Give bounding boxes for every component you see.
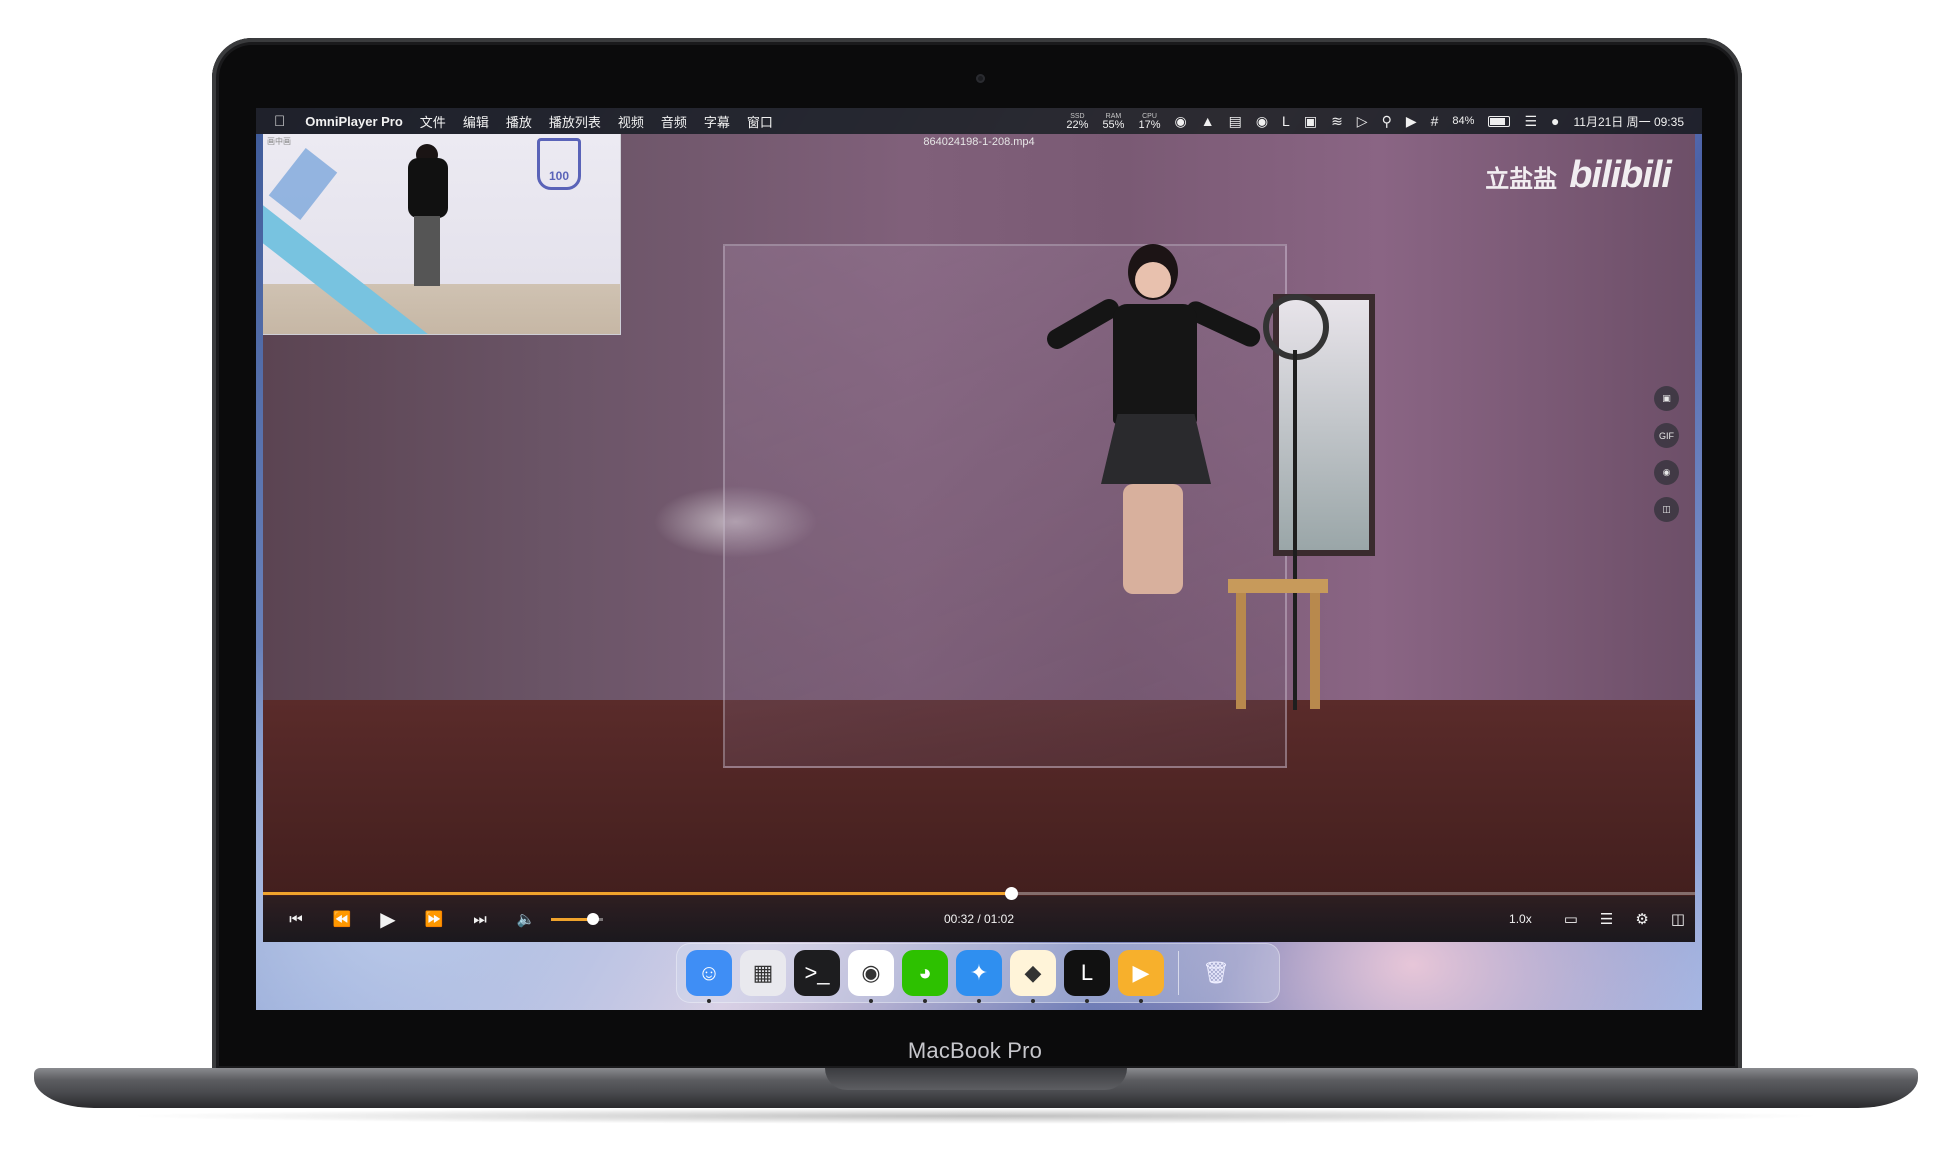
ssd-value: 22% (1066, 119, 1089, 131)
bilibili-watermark: 立盐盐 bilibili (1485, 154, 1672, 197)
progress-knob[interactable] (1005, 887, 1019, 900)
control-center-icon[interactable]: ☰ (1524, 113, 1537, 130)
search-icon[interactable]: ⚲ (1382, 113, 1392, 130)
cpu-value: 17% (1138, 119, 1161, 131)
clock[interactable]: 11月21日 周一 09:35 (1573, 113, 1684, 130)
picture-in-picture-video[interactable]: 画中画 100 (263, 134, 621, 335)
menu-window[interactable]: 窗口 (747, 112, 773, 131)
chrome-icon[interactable]: ◉ (848, 950, 894, 1003)
ssd-stat[interactable]: SSD 22% (1066, 112, 1089, 131)
battery-icon[interactable] (1488, 115, 1511, 127)
player-window[interactable]: 画中画 100 864024198-1-208.mp4 立盐盐 bilibili… (263, 134, 1695, 942)
playback-speed[interactable]: 1.0x (1509, 912, 1532, 926)
trash-icon[interactable]: 🗑 (1193, 950, 1239, 996)
playback-controls: ⏮ ⏪ ▶ ⏩ ⏭ 🔈 00:32 / 01:02 1.0x ▭ ☰ ⚙ ◫ (263, 887, 1695, 942)
image-icon[interactable]: ▣ (1304, 113, 1317, 130)
playlist-icon[interactable]: ☰ (1600, 910, 1613, 928)
bilibili-logo: bilibili (1569, 154, 1672, 196)
dock: ☺ ▦ >_ ◉ ◕ ✦ ◆ L ▶ 🗑 (676, 943, 1280, 1003)
running-indicator (1031, 999, 1035, 1003)
playback-time: 00:32 / 01:02 (943, 912, 1015, 926)
running-indicator (1085, 999, 1089, 1003)
pip-toggle-icon[interactable]: ◫ (1671, 910, 1685, 928)
apple-icon[interactable]:  (274, 113, 285, 130)
menu-playback[interactable]: 播放 (506, 112, 532, 131)
notification-icon[interactable]: ▲ (1201, 113, 1215, 129)
video-file-title: 864024198-1-208.mp4 (923, 136, 1035, 148)
status-area: SSD 22% RAM 55% CPU 17% ◉ ▲ ▤ ◉ L ▣ ≋ ▷ … (1066, 108, 1684, 134)
settings-icon[interactable]: ⚙ (1635, 910, 1648, 928)
clipboard-icon[interactable]: ▤ (1229, 113, 1242, 130)
camera-record-icon[interactable]: ◉ (1654, 460, 1679, 485)
gif-button[interactable]: GIF (1654, 423, 1679, 448)
sketch-icon[interactable]: ◆ (1010, 950, 1056, 1003)
menu-bar:  OmniPlayer Pro 文件 编辑 播放 播放列表 视频 音频 字幕 … (256, 108, 1702, 134)
running-indicator (923, 999, 927, 1003)
lasso-status-icon[interactable]: L (1282, 113, 1290, 129)
cpu-stat[interactable]: CPU 17% (1138, 112, 1161, 131)
screen:  OmniPlayer Pro 文件 编辑 播放 播放列表 视频 音频 字幕 … (256, 108, 1702, 1010)
device-label: MacBook Pro (907, 1038, 1043, 1063)
input-method-icon[interactable]: # (1431, 113, 1439, 129)
progress-bar[interactable] (263, 887, 1695, 900)
play-status-icon[interactable]: ▶ (1406, 113, 1417, 130)
omniplayer-icon[interactable]: ▶ (1118, 950, 1164, 1003)
video-stool (1228, 579, 1328, 709)
menu-edit[interactable]: 编辑 (463, 112, 489, 131)
progress-played (263, 892, 1012, 895)
wifi-icon[interactable]: ≋ (1331, 113, 1343, 130)
wechat-status-icon[interactable]: ◉ (1175, 113, 1187, 130)
side-toolbar: ▣ GIF ◉ ◫ (1654, 386, 1679, 522)
shield-icon[interactable]: ◉ (1256, 113, 1268, 130)
menu-video[interactable]: 视频 (618, 112, 644, 131)
running-indicator (707, 999, 711, 1003)
pip-dancer (388, 144, 468, 294)
menu-subtitle[interactable]: 字幕 (704, 112, 730, 131)
app-menu[interactable]: OmniPlayer Pro (305, 114, 403, 129)
running-indicator (1139, 999, 1143, 1003)
safari-icon[interactable]: ✦ (956, 950, 1002, 1003)
menu-playlist[interactable]: 播放列表 (549, 112, 601, 131)
siri-icon[interactable]: ● (1551, 113, 1559, 129)
running-indicator (869, 999, 873, 1003)
finder-icon[interactable]: ☺ (686, 950, 732, 1003)
wechat-icon[interactable]: ◕ (902, 950, 948, 1003)
volume-status-icon[interactable]: ▷ (1357, 113, 1368, 130)
battery-percent: 84% (1452, 115, 1475, 127)
ram-stat[interactable]: RAM 55% (1102, 112, 1125, 131)
video-dancer (1043, 244, 1264, 624)
lid-notch (825, 1068, 1127, 1090)
layout-icon[interactable]: ◫ (1654, 497, 1679, 522)
webcam (976, 74, 985, 83)
launchpad-icon[interactable]: ▦ (740, 950, 786, 996)
menu-audio[interactable]: 音频 (661, 112, 687, 131)
crop-icon[interactable]: ▣ (1654, 386, 1679, 411)
laptop-shadow (120, 1108, 1830, 1124)
lasso-icon[interactable]: L (1064, 950, 1110, 1003)
terminal-icon[interactable]: >_ (794, 950, 840, 996)
dock-separator (1178, 951, 1179, 995)
ram-value: 55% (1102, 119, 1125, 131)
uploader-watermark: 立盐盐 (1485, 166, 1558, 193)
menu-file[interactable]: 文件 (420, 112, 446, 131)
running-indicator (977, 999, 981, 1003)
airplay-icon[interactable]: ▭ (1564, 910, 1578, 928)
